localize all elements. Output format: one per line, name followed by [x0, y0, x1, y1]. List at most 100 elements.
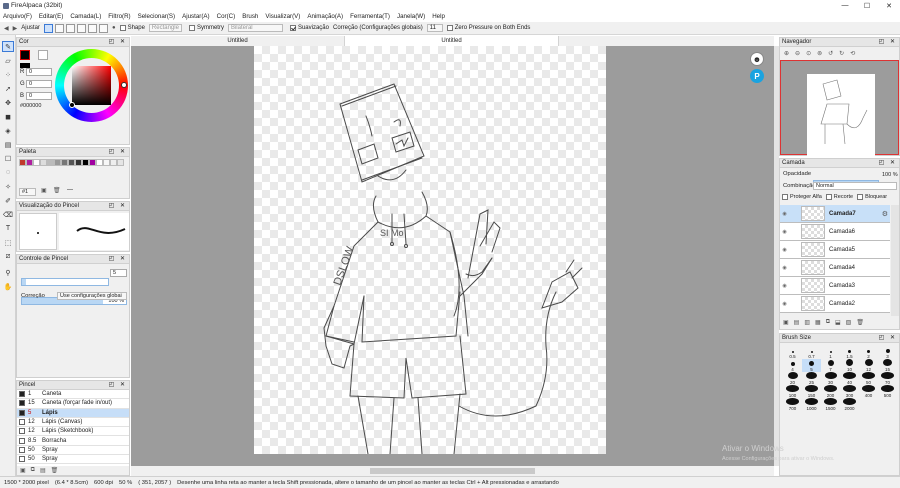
prev-arrow-icon[interactable]: ◀ — [4, 25, 9, 32]
brush-size-option[interactable]: 2000 — [840, 398, 859, 411]
brush-list-item[interactable]: 8.5 Borracha — [17, 436, 129, 446]
menu-animation[interactable]: Animação(A) — [307, 13, 343, 20]
brush-size-option[interactable]: 7 — [821, 359, 840, 372]
eyedropper-tool-icon[interactable]: ⚲ — [2, 267, 14, 278]
palette-swatch[interactable] — [47, 159, 54, 166]
brush-mode-normal-icon[interactable] — [43, 23, 53, 33]
divide-tool-icon[interactable]: ⧄ — [2, 251, 14, 262]
layer-row[interactable]: ◉ Camada5 — [780, 241, 890, 259]
menu-help[interactable]: Help — [432, 13, 445, 20]
navigator-preview[interactable] — [780, 60, 899, 156]
menu-filter[interactable]: Filtro(R) — [108, 13, 130, 20]
layer-visibility-icon[interactable]: ◉ — [780, 265, 789, 271]
merge-down-icon[interactable]: ⬓ — [835, 319, 841, 326]
dot-icon[interactable]: ● — [112, 25, 116, 31]
patreon-icon[interactable]: P — [750, 69, 764, 83]
layer-visibility-icon[interactable]: ◉ — [780, 247, 789, 253]
brush-size-input[interactable]: 5 — [110, 269, 127, 277]
color-picker-handle[interactable] — [69, 102, 75, 108]
palette-swatch[interactable] — [68, 159, 75, 166]
palette-swatch[interactable] — [26, 159, 33, 166]
layer-row[interactable]: ◉ Camada4 — [780, 259, 890, 277]
lasso-tool-icon[interactable]: ◌ — [2, 167, 14, 178]
layer-row[interactable]: ◉ Camada3 — [780, 277, 890, 295]
menu-color[interactable]: Cor(C) — [217, 13, 236, 20]
menu-brush[interactable]: Brush — [242, 13, 258, 20]
palette-dash[interactable]: — — [67, 187, 73, 193]
gradient-tool-icon[interactable]: ▤ — [2, 139, 14, 150]
duplicate-layer-icon[interactable]: ⧉ — [826, 319, 830, 326]
palette-swatch[interactable] — [19, 159, 26, 166]
drawing-canvas[interactable]: DSLOW SI Mo — [254, 46, 606, 455]
transform-tool-icon[interactable]: ✥ — [2, 97, 14, 108]
clipping-checkbox[interactable] — [825, 194, 832, 200]
panel-controls-icon[interactable]: ◰ ✕ — [879, 38, 897, 45]
layer-visibility-icon[interactable]: ◉ — [780, 301, 789, 307]
layer-row[interactable]: ◉ Camada2 — [780, 295, 890, 313]
brush-size-option[interactable]: 50 — [859, 372, 878, 385]
alpaca-icon[interactable]: ☻ — [750, 52, 764, 66]
menu-window[interactable]: Janela(W) — [397, 13, 425, 20]
new-8bit-layer-icon[interactable]: ▤ — [794, 319, 800, 326]
menu-file[interactable]: Arquivo(F) — [3, 13, 32, 20]
brush-size-option[interactable]: 700 — [783, 398, 802, 411]
brush-size-option[interactable]: 1 — [821, 346, 840, 359]
palette-swatch[interactable] — [117, 159, 124, 166]
brush-size-option[interactable]: 0.7 — [802, 346, 821, 359]
panel-controls-icon[interactable]: ◰ ✕ — [109, 255, 127, 262]
brush-size-option[interactable]: 200 — [821, 385, 840, 398]
panel-controls-icon[interactable]: ◰ ✕ — [109, 202, 127, 209]
b-value-input[interactable]: 0 — [26, 92, 52, 100]
shape-select[interactable]: Rectangle — [148, 24, 182, 32]
protect-alpha-checkbox[interactable] — [782, 194, 788, 200]
brush-list-item[interactable]: 50 Spray — [17, 455, 129, 465]
brush-size-option[interactable]: 3 — [878, 346, 897, 359]
select-eraser-tool-icon[interactable]: ⌫ — [2, 209, 14, 220]
brush-mode-snap-icon[interactable] — [98, 23, 108, 33]
layer-scrollbar[interactable] — [891, 205, 899, 316]
brush-correction-select[interactable]: Use configurações globai — [57, 292, 127, 300]
select-pen-tool-icon[interactable]: ✐ — [2, 195, 14, 206]
shape-checkbox[interactable] — [119, 25, 126, 31]
delete-brush-icon[interactable]: 🗑 — [51, 467, 59, 474]
layer-row[interactable]: ◉ Camada6 — [780, 223, 890, 241]
palette-page-select[interactable]: #1 — [19, 188, 36, 196]
fill-tool-icon[interactable]: ◼ — [2, 111, 14, 122]
brush-list-item[interactable]: 50 Spray — [17, 446, 129, 456]
brush-size-option[interactable]: 20 — [783, 372, 802, 385]
panel-controls-icon[interactable]: ◰ ✕ — [879, 159, 897, 166]
brush-size-option[interactable]: 1.5 — [840, 346, 859, 359]
zoom-out-icon[interactable]: ⊖ — [795, 50, 800, 57]
brush-size-option[interactable]: 10 — [840, 359, 859, 372]
panel-controls-icon[interactable]: ◰ ✕ — [109, 381, 127, 388]
tab-untitled-1[interactable]: Untitled — [131, 36, 345, 46]
brush-size-option[interactable]: 400 — [859, 385, 878, 398]
clear-layer-icon[interactable]: ▧ — [846, 319, 852, 326]
brush-size-option[interactable]: 30 — [821, 372, 840, 385]
panel-controls-icon[interactable]: ◰ ✕ — [109, 148, 127, 155]
new-brush-icon[interactable]: ▣ — [20, 467, 26, 474]
palette-swatch[interactable] — [96, 159, 103, 166]
layer-settings-icon[interactable]: ⚙ — [882, 210, 888, 218]
layer-visibility-icon[interactable]: ◉ — [780, 211, 789, 217]
menu-adjust[interactable]: Ajustar(A) — [182, 13, 210, 20]
duplicate-brush-icon[interactable]: ⧉ — [31, 467, 35, 474]
zero-pressure-checkbox[interactable] — [446, 25, 453, 31]
brush-size-option[interactable]: 1500 — [821, 398, 840, 411]
layer-row[interactable]: ◉ Camada7 ⚙ — [780, 205, 890, 223]
secondary-color-swatch[interactable] — [38, 50, 48, 60]
brush-mode-line-icon[interactable] — [54, 23, 64, 33]
brush-size-option[interactable]: 40 — [840, 372, 859, 385]
fit-button[interactable]: Ajustar — [21, 25, 40, 31]
move-tool-icon[interactable]: ➚ — [2, 83, 14, 94]
rotate-right-icon[interactable]: ↻ — [839, 50, 844, 57]
magic-wand-tool-icon[interactable]: ✧ — [2, 181, 14, 192]
menu-view[interactable]: Visualizar(V) — [265, 13, 300, 20]
lock-checkbox[interactable] — [857, 194, 864, 200]
palette-swatch[interactable] — [110, 159, 117, 166]
rotate-left-icon[interactable]: ↺ — [828, 50, 833, 57]
actual-size-icon[interactable]: ⊙ — [806, 50, 811, 57]
delete-layer-icon[interactable]: 🗑 — [856, 319, 864, 326]
palette-swatch[interactable] — [54, 159, 61, 166]
new-1bit-layer-icon[interactable]: ▥ — [804, 319, 810, 326]
